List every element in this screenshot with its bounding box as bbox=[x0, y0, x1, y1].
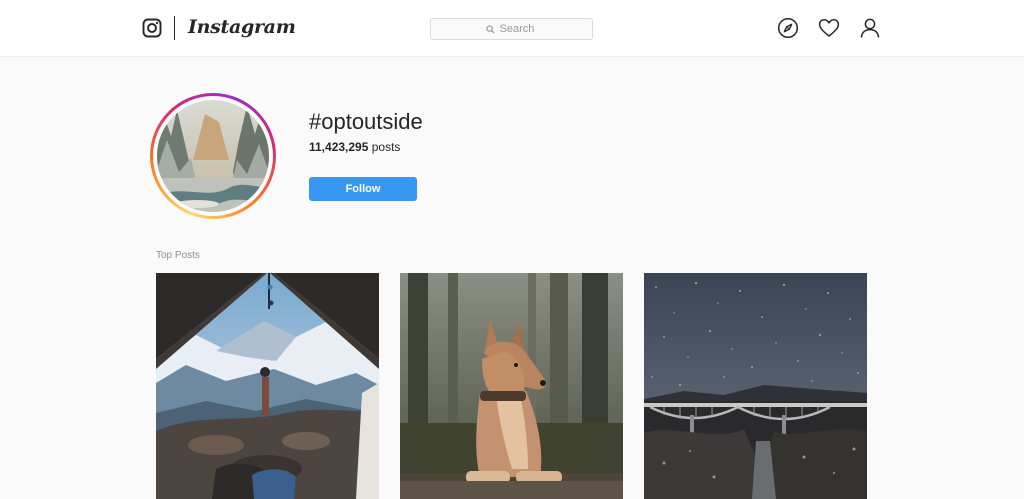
posts-count: 11,423,295 posts bbox=[309, 140, 400, 154]
nav-icon-group bbox=[777, 17, 881, 39]
hashtag-avatar-ring bbox=[150, 93, 276, 219]
posts-count-suffix: posts bbox=[368, 140, 401, 154]
top-post-3[interactable] bbox=[644, 273, 867, 499]
heart-icon bbox=[818, 18, 840, 37]
profile-person-icon bbox=[860, 18, 880, 38]
hashtag-title: #optoutside bbox=[309, 109, 423, 134]
post-image-dog-forest bbox=[400, 273, 623, 499]
brand-logo[interactable]: Instagram bbox=[142, 16, 296, 40]
logo-divider bbox=[174, 16, 175, 40]
top-post-2[interactable] bbox=[400, 273, 623, 499]
explore-button[interactable] bbox=[777, 17, 799, 39]
avatar-frame bbox=[153, 96, 273, 216]
search-icon bbox=[485, 24, 495, 34]
top-posts-heading: Top Posts bbox=[156, 250, 200, 261]
posts-count-number: 11,423,295 bbox=[309, 140, 369, 154]
activity-button[interactable] bbox=[818, 17, 840, 39]
hashtag-avatar[interactable] bbox=[157, 100, 269, 212]
profile-button[interactable] bbox=[859, 17, 881, 39]
brand-wordmark: Instagram bbox=[188, 16, 296, 38]
explore-compass-icon bbox=[777, 17, 799, 39]
search-box[interactable] bbox=[430, 18, 593, 40]
post-image-starry-bridge bbox=[644, 273, 867, 499]
top-nav-bar: Instagram bbox=[0, 0, 1024, 57]
instagram-camera-icon bbox=[142, 18, 162, 38]
search-input[interactable] bbox=[499, 23, 538, 35]
follow-button[interactable]: Follow bbox=[309, 177, 417, 201]
post-image-tent-mountains bbox=[156, 273, 379, 499]
top-post-1[interactable] bbox=[156, 273, 379, 499]
